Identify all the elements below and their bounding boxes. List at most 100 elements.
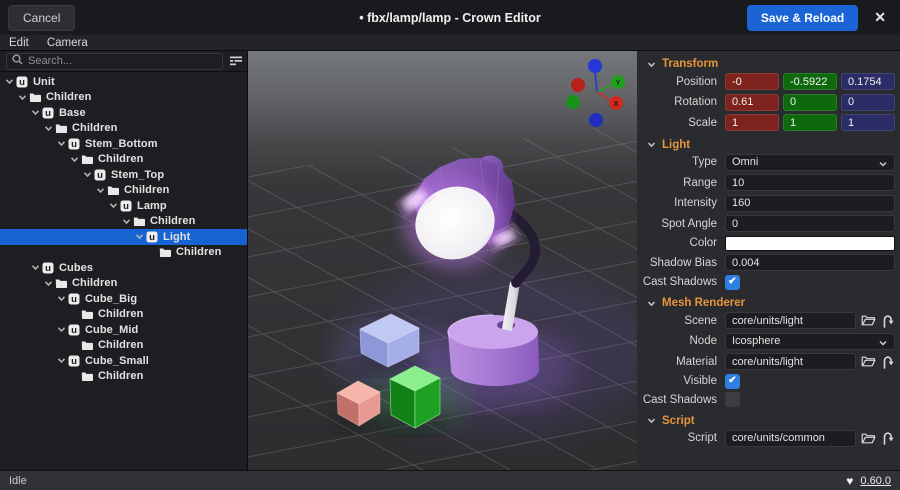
tree-item-children[interactable]: Children <box>0 338 247 354</box>
tree-item-children[interactable]: Children <box>0 183 247 199</box>
tree-item-cubes[interactable]: uCubes <box>0 260 247 276</box>
close-icon[interactable]: ✕ <box>870 9 890 26</box>
unit-icon: u <box>42 107 56 119</box>
section-mesh-renderer[interactable]: Mesh Renderer <box>637 293 895 312</box>
tree-item-cube_big[interactable]: uCube_Big <box>0 291 247 307</box>
scale-x-field[interactable]: 1 <box>725 114 779 131</box>
expander-chevron-icon[interactable] <box>133 232 146 241</box>
open-folder-icon[interactable] <box>860 432 877 445</box>
expander-chevron-icon[interactable] <box>55 294 68 303</box>
tree-item-stem_bottom[interactable]: uStem_Bottom <box>0 136 247 152</box>
viewport-3d[interactable]: Y X <box>248 51 637 470</box>
rotation-x-field[interactable]: 0.61 <box>725 94 779 111</box>
folder-icon <box>55 123 69 134</box>
tree-item-children[interactable]: Children <box>0 152 247 168</box>
open-folder-icon[interactable] <box>860 314 877 327</box>
tree-item-label: Base <box>59 107 86 119</box>
goto-reference-icon[interactable] <box>881 431 895 445</box>
expander-chevron-icon[interactable] <box>3 77 16 86</box>
tree-item-children[interactable]: Children <box>0 214 247 230</box>
rotation-y-field[interactable]: 0 <box>783 94 837 111</box>
unit-icon: u <box>68 293 82 305</box>
expander-chevron-icon[interactable] <box>16 93 29 102</box>
menu-camera[interactable]: Camera <box>47 37 88 49</box>
range-field[interactable]: 10 <box>725 174 895 191</box>
heart-icon[interactable]: ♥ <box>846 474 853 488</box>
material-field[interactable]: core/units/light <box>725 353 856 370</box>
cancel-button[interactable]: Cancel <box>8 5 75 31</box>
spot-angle-field[interactable]: 0 <box>725 215 895 232</box>
scale-z-field[interactable]: 1 <box>841 114 895 131</box>
expander-chevron-icon[interactable] <box>42 279 55 288</box>
goto-reference-icon[interactable] <box>881 314 895 328</box>
folder-icon <box>133 216 147 227</box>
titlebar: Cancel • fbx/lamp/lamp - Crown Editor Sa… <box>0 0 900 35</box>
tree-item-label: Children <box>98 339 143 351</box>
section-transform[interactable]: Transform <box>637 54 895 73</box>
mesh-cast-shadows-checkbox[interactable]: ✔ <box>725 392 740 407</box>
tree-item-lamp[interactable]: uLamp <box>0 198 247 214</box>
axis-x-neg <box>571 78 585 92</box>
type-label: Type <box>637 156 725 168</box>
svg-text:u: u <box>45 263 51 274</box>
version-link[interactable]: 0.60.0 <box>860 475 891 487</box>
tree-item-stem_top[interactable]: uStem_Top <box>0 167 247 183</box>
visible-checkbox[interactable]: ✔ <box>725 374 740 389</box>
statusbar: Idle ♥ 0.60.0 <box>0 470 900 490</box>
tree-item-cube_mid[interactable]: uCube_Mid <box>0 322 247 338</box>
tree-item-label: Children <box>72 122 117 134</box>
folder-icon <box>29 92 43 103</box>
tree-item-children[interactable]: Children <box>0 90 247 106</box>
expander-chevron-icon[interactable] <box>29 263 42 272</box>
section-light[interactable]: Light <box>637 135 895 154</box>
unit-icon: u <box>146 231 160 243</box>
expander-chevron-icon[interactable] <box>94 186 107 195</box>
light-cast-shadows-checkbox[interactable]: ✔ <box>725 275 740 290</box>
menu-edit[interactable]: Edit <box>9 37 29 49</box>
tree-item-cube_small[interactable]: uCube_Small <box>0 353 247 369</box>
shadow-bias-label: Shadow Bias <box>637 257 725 269</box>
tree-item-label: Lamp <box>137 200 167 212</box>
scene-field[interactable]: core/units/light <box>725 312 856 329</box>
search-input[interactable] <box>28 55 217 67</box>
light-type-dropdown[interactable]: Omni <box>725 154 895 171</box>
expander-chevron-icon[interactable] <box>68 155 81 164</box>
script-field[interactable]: core/units/common <box>725 430 856 447</box>
save-reload-button[interactable]: Save & Reload <box>747 5 858 31</box>
search-box[interactable] <box>6 53 223 70</box>
expander-chevron-icon[interactable] <box>81 170 94 179</box>
tree-item-base[interactable]: uBase <box>0 105 247 121</box>
filter-icon[interactable] <box>229 55 243 67</box>
tree-item-children[interactable]: Children <box>0 245 247 261</box>
goto-reference-icon[interactable] <box>881 355 895 369</box>
section-script[interactable]: Script <box>637 411 895 430</box>
shadow-bias-field[interactable]: 0.004 <box>725 254 895 271</box>
intensity-field[interactable]: 160 <box>725 195 895 212</box>
light-color-swatch[interactable] <box>725 236 895 251</box>
tree-item-children[interactable]: Children <box>0 121 247 137</box>
folder-icon <box>55 278 69 289</box>
tree-item-light[interactable]: uLight <box>0 229 247 245</box>
expander-chevron-icon[interactable] <box>55 139 68 148</box>
tree-item-children[interactable]: Children <box>0 276 247 292</box>
chevron-down-icon <box>647 140 656 149</box>
position-x-field[interactable]: -0 <box>725 73 779 90</box>
expander-chevron-icon[interactable] <box>29 108 42 117</box>
open-folder-icon[interactable] <box>860 355 877 368</box>
color-label: Color <box>637 237 725 249</box>
expander-chevron-icon[interactable] <box>55 356 68 365</box>
expander-chevron-icon[interactable] <box>107 201 120 210</box>
rotation-z-field[interactable]: 0 <box>841 94 895 111</box>
expander-chevron-icon[interactable] <box>120 217 133 226</box>
tree-item-unit[interactable]: uUnit <box>0 74 247 90</box>
scale-y-field[interactable]: 1 <box>783 114 837 131</box>
expander-chevron-icon[interactable] <box>55 325 68 334</box>
position-y-field[interactable]: -0.5922 <box>783 73 837 90</box>
tree-item-children[interactable]: Children <box>0 369 247 385</box>
position-z-field[interactable]: 0.1754 <box>841 73 895 90</box>
unit-icon: u <box>68 355 82 367</box>
node-dropdown[interactable]: Icosphere <box>725 333 895 350</box>
tree-item-children[interactable]: Children <box>0 307 247 323</box>
expander-chevron-icon[interactable] <box>42 124 55 133</box>
node-label: Node <box>637 335 725 347</box>
